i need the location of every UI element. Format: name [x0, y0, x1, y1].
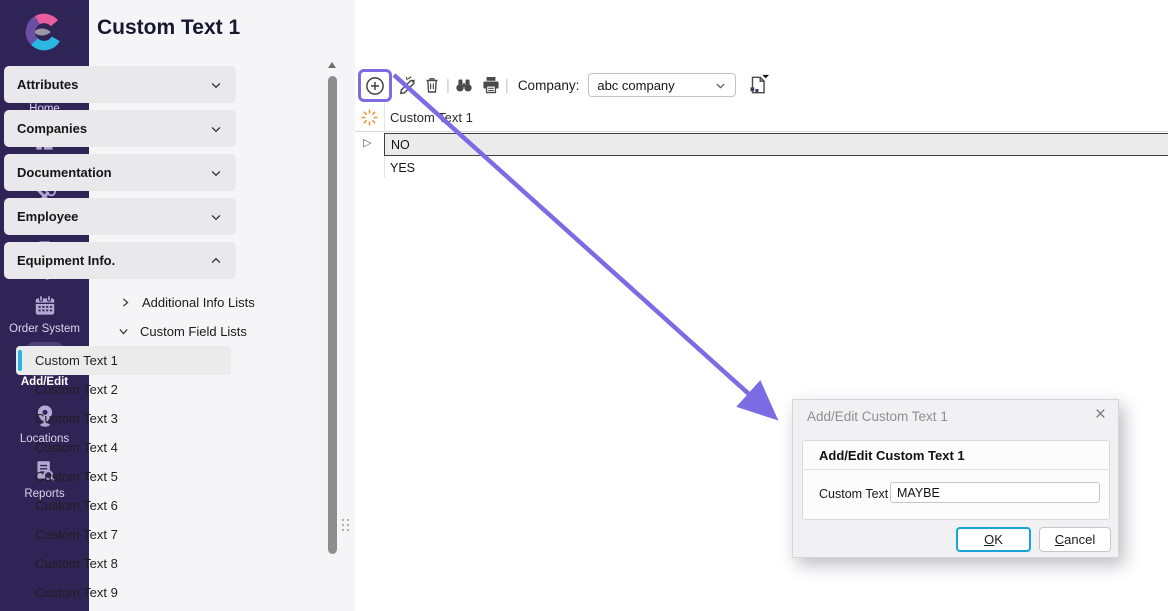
selection-indicator-bar — [18, 350, 22, 371]
accordion-label: Attributes — [17, 77, 209, 92]
tree-leaf-custom-text-3[interactable]: Custom Text 3 — [16, 404, 231, 433]
add-button[interactable] — [358, 69, 392, 102]
page-title: Custom Text 1 — [97, 16, 240, 40]
scrollbar-thumb[interactable] — [328, 76, 337, 554]
accordion-section-attributes[interactable]: Attributes — [4, 66, 236, 103]
add-icon — [365, 76, 385, 96]
toolbar-separator: | — [443, 77, 453, 94]
nav-panel-scrollbar[interactable] — [327, 60, 338, 611]
order-system-icon — [32, 293, 58, 319]
tree-leaf-custom-text-4[interactable]: Custom Text 4 — [16, 433, 231, 462]
sidebar-item-order-system[interactable]: Order System — [0, 290, 89, 342]
tree-node-label: Custom Field Lists — [140, 324, 247, 339]
groupbox-divider — [804, 469, 1108, 470]
grid-header-row[interactable]: Custom Text 1 — [355, 103, 1168, 132]
edit-icon — [398, 76, 417, 95]
chevron-down-icon — [209, 210, 223, 224]
chevron-down-icon — [209, 122, 223, 136]
chevron-down-icon — [714, 79, 727, 92]
sort-star-icon — [360, 108, 379, 127]
tree-node-label: Additional Info Lists — [142, 295, 255, 310]
add-edit-dialog: Add/Edit Custom Text 1 × Add/Edit Custom… — [792, 399, 1119, 558]
accordion-label: Equipment Info. — [17, 253, 209, 268]
tree-leaf-label: Custom Text 5 — [35, 469, 118, 484]
company-dropdown-value: abc company — [597, 78, 714, 93]
accordion-label: Documentation — [17, 165, 209, 180]
grid-cell-value[interactable]: NO — [384, 133, 1168, 156]
chevron-down-icon — [209, 166, 223, 180]
tree-leaf-label: Custom Text 4 — [35, 440, 118, 455]
tree-leaf-custom-text-1[interactable]: Custom Text 1 — [16, 346, 231, 375]
accordion-label: Companies — [17, 121, 209, 136]
app-logo-icon[interactable] — [21, 9, 67, 55]
sidebar-item-label: Order System — [0, 323, 89, 335]
tree-leaf-custom-text-5[interactable]: Custom Text 5 — [16, 462, 231, 491]
tree-leaf-label: Custom Text 2 — [35, 382, 118, 397]
tree-leaf-label: Custom Text 1 — [35, 353, 118, 368]
dialog-title: Add/Edit Custom Text 1 — [807, 409, 948, 424]
close-icon[interactable]: × — [1095, 404, 1106, 427]
grid-row-no[interactable]: ▷ NO — [355, 133, 1168, 156]
custom-text-input[interactable] — [890, 482, 1100, 503]
accordion-section-companies[interactable]: Companies — [4, 110, 236, 147]
groupbox-title: Add/Edit Custom Text 1 — [819, 448, 965, 463]
delete-button[interactable] — [421, 74, 443, 96]
tree-leaf-custom-text-7[interactable]: Custom Text 7 — [16, 520, 231, 549]
chevron-right-icon — [119, 296, 132, 309]
tree-leaf-custom-text-6[interactable]: Custom Text 6 — [16, 491, 231, 520]
tree-leaf-label: Custom Text 7 — [35, 527, 118, 542]
toolbar: | | Company: abc company — [355, 66, 1168, 104]
app-window: { "window": { "title": "Custom Text 1" }… — [0, 0, 1168, 611]
cancel-button[interactable]: Cancel — [1039, 527, 1111, 552]
export-grid-button[interactable] — [747, 74, 769, 96]
grid-row-yes[interactable]: YES — [355, 156, 1168, 179]
chevron-down-icon — [117, 325, 130, 338]
tree-node-custom-field-lists[interactable]: Custom Field Lists — [117, 321, 247, 341]
company-dropdown[interactable]: abc company — [588, 73, 736, 97]
chevron-down-icon — [209, 78, 223, 92]
tree-node-additional-info-lists[interactable]: Additional Info Lists — [119, 292, 255, 312]
accordion-section-equipment-info[interactable]: Equipment Info. — [4, 242, 236, 279]
tree-leaf-label: Custom Text 6 — [35, 498, 118, 513]
grid-cell-value[interactable]: YES — [384, 156, 1168, 179]
tree-leaf-label: Custom Text 9 — [35, 585, 118, 600]
tree-leaf-custom-text-8[interactable]: Custom Text 8 — [16, 549, 231, 578]
scrollbar-up-arrow[interactable] — [328, 62, 336, 68]
accordion-section-employee[interactable]: Employee — [4, 198, 236, 235]
row-indicator-icon: ▷ — [363, 136, 371, 149]
ok-button[interactable]: OK — [956, 527, 1031, 552]
edit-button[interactable] — [396, 74, 418, 96]
panel-splitter-grip[interactable] — [342, 519, 351, 533]
tree-leaf-custom-text-9[interactable]: Custom Text 9 — [16, 578, 231, 607]
tree-leaf-custom-text-2[interactable]: Custom Text 2 — [16, 375, 231, 404]
accordion-section-documentation[interactable]: Documentation — [4, 154, 236, 191]
tree-leaf-label: Custom Text 3 — [35, 411, 118, 426]
tree-leaf-label: Custom Text 8 — [35, 556, 118, 571]
toolbar-separator: | — [502, 77, 512, 94]
chevron-up-icon — [209, 254, 223, 268]
accordion-label: Employee — [17, 209, 209, 224]
find-button[interactable] — [453, 74, 475, 96]
grid-column-header[interactable]: Custom Text 1 — [390, 103, 473, 132]
binoculars-icon — [454, 75, 474, 95]
export-grid-icon — [747, 74, 769, 96]
trash-icon — [423, 76, 441, 94]
print-button[interactable] — [480, 74, 502, 96]
printer-icon — [481, 75, 501, 95]
custom-text-field-label: Custom Text 1 — [819, 487, 899, 501]
dialog-groupbox: Add/Edit Custom Text 1 Custom Text 1 — [802, 440, 1110, 520]
company-label: Company: — [518, 78, 580, 93]
